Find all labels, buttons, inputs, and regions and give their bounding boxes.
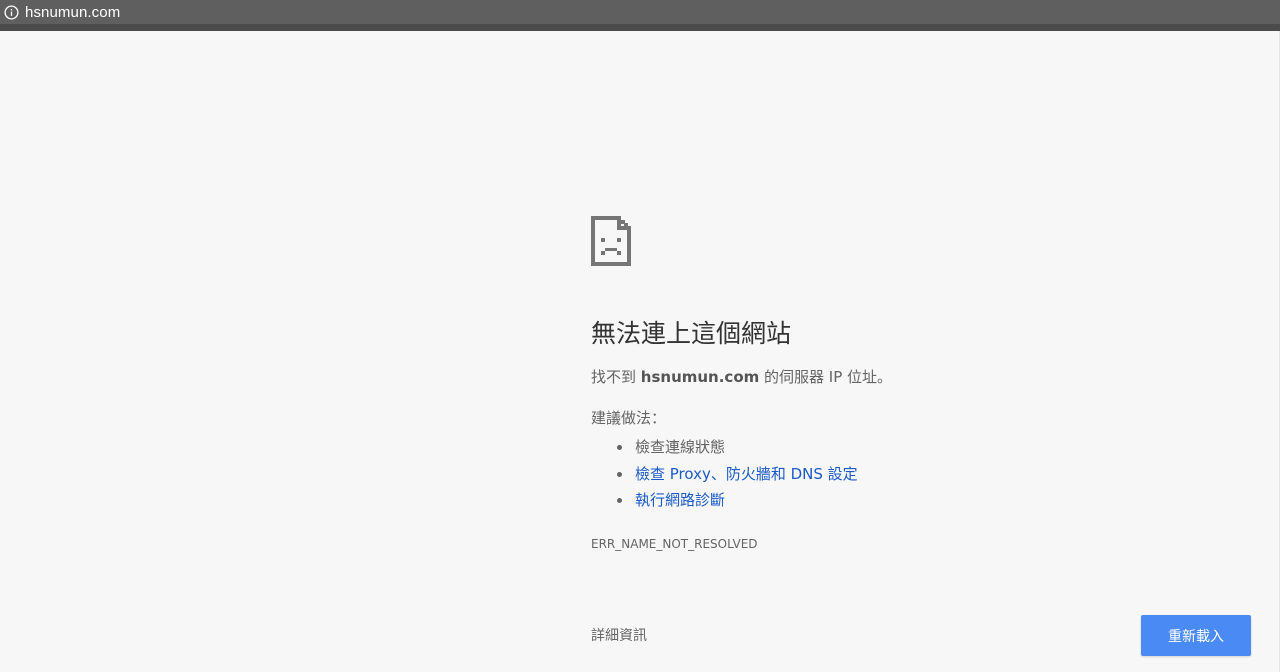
error-code: ERR_NAME_NOT_RESOLVED <box>591 536 758 551</box>
toolbar-divider <box>0 24 1280 31</box>
error-description: 找不到 hsnumun.com 的伺服器 IP 位址。 <box>591 367 1191 387</box>
sad-page-icon <box>591 216 631 266</box>
suggestions-heading: 建議做法： <box>591 409 667 427</box>
url-text[interactable]: hsnumun.com <box>25 4 120 21</box>
description-suffix: 的伺服器 IP 位址。 <box>759 368 893 386</box>
info-icon[interactable] <box>4 4 19 20</box>
address-bar[interactable]: hsnumun.com <box>0 0 1280 24</box>
description-prefix: 找不到 <box>591 368 641 386</box>
error-title: 無法連上這個網站 <box>591 319 792 348</box>
suggestion-run-diagnostics-link[interactable]: 執行網路診斷 <box>617 487 1191 514</box>
suggestions-list: 檢查連線狀態 檢查 Proxy、防火牆和 DNS 設定 執行網路診斷 <box>591 434 1191 514</box>
reload-button[interactable]: 重新載入 <box>1141 615 1251 656</box>
suggestion-check-connection: 檢查連線狀態 <box>617 434 1191 461</box>
error-content: 無法連上這個網站 找不到 hsnumun.com 的伺服器 IP 位址。 建議做… <box>591 216 1191 552</box>
details-button[interactable]: 詳細資訊 <box>591 626 647 646</box>
hostname: hsnumun.com <box>640 368 760 386</box>
suggestion-check-proxy-link[interactable]: 檢查 Proxy、防火牆和 DNS 設定 <box>617 461 1191 488</box>
